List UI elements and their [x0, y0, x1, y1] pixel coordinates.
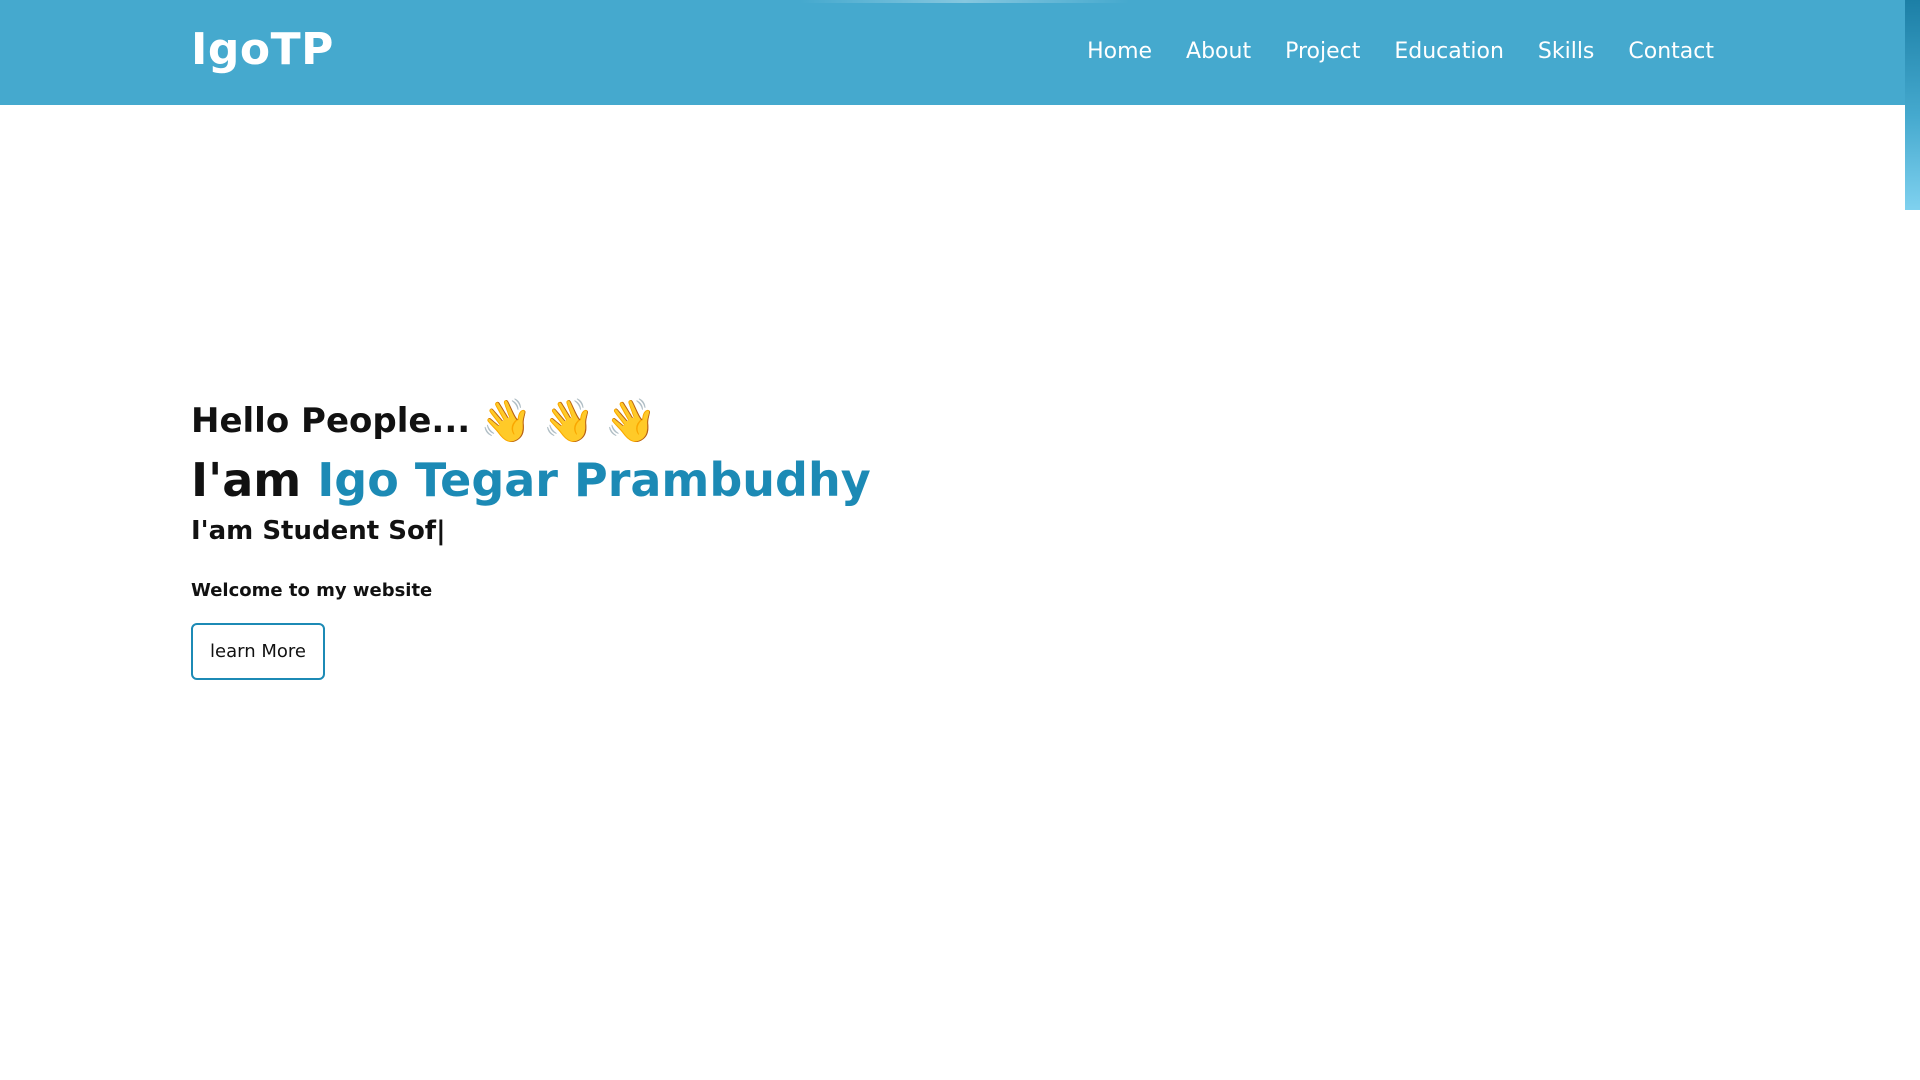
nav-item-skills: Skills: [1538, 34, 1595, 70]
nav-item-project: Project: [1285, 34, 1360, 70]
waving-hand-icon: 👋: [480, 396, 533, 445]
nav-item-home: Home: [1087, 34, 1152, 70]
scrollbar-thumb[interactable]: [1905, 0, 1920, 210]
hero-greeting: Hello People... 👋 👋 👋: [191, 395, 1291, 447]
page-scrollbar[interactable]: [1905, 0, 1920, 1080]
greeting-text: Hello People...: [191, 401, 471, 441]
hero-intro: I'am Igo Tegar Prambudhy: [191, 449, 1291, 511]
nav-link-contact[interactable]: Contact: [1628, 34, 1714, 70]
nav-link-about[interactable]: About: [1186, 34, 1251, 70]
waving-hand-icon: 👋: [542, 396, 595, 445]
welcome-text: Welcome to my website: [191, 580, 433, 601]
navbar: IgoTP Home About Project Education Skill…: [0, 0, 1905, 105]
hero-section: Hello People... 👋 👋 👋 I'am Igo Tegar Pra…: [191, 395, 1291, 680]
nav-item-about: About: [1186, 34, 1251, 70]
nav-link-education[interactable]: Education: [1394, 34, 1504, 70]
typing-text: I'am Student Sof|: [191, 516, 446, 546]
navbar-glow: [800, 0, 1130, 3]
intro-prefix: I'am: [191, 453, 318, 507]
nav-menu: Home About Project Education Skills Cont…: [1087, 34, 1714, 70]
nav-item-contact: Contact: [1628, 34, 1714, 70]
learn-more-button[interactable]: learn More: [191, 623, 325, 680]
brand-logo[interactable]: IgoTP: [191, 24, 334, 76]
nav-link-skills[interactable]: Skills: [1538, 34, 1595, 70]
nav-link-home[interactable]: Home: [1087, 34, 1152, 70]
nav-link-project[interactable]: Project: [1285, 34, 1360, 70]
waving-hand-icon: 👋: [604, 396, 658, 445]
nav-item-education: Education: [1394, 34, 1504, 70]
page: IgoTP Home About Project Education Skill…: [0, 0, 1920, 1080]
intro-name: Igo Tegar Prambudhy: [317, 453, 871, 507]
